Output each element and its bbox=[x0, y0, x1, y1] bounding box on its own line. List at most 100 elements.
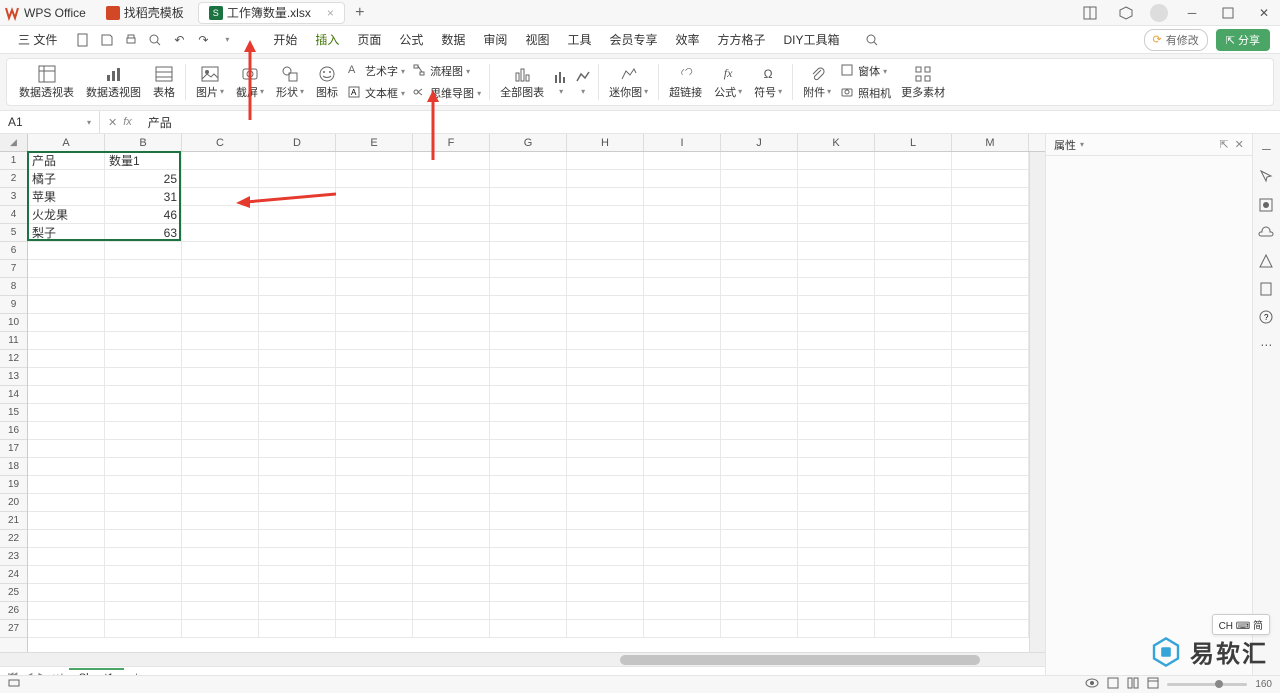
cell[interactable] bbox=[567, 404, 644, 422]
cell[interactable] bbox=[182, 584, 259, 602]
cell[interactable] bbox=[28, 242, 105, 260]
cell[interactable] bbox=[875, 530, 952, 548]
cell[interactable] bbox=[567, 350, 644, 368]
cell[interactable] bbox=[490, 242, 567, 260]
cell[interactable] bbox=[105, 242, 182, 260]
record-mode-icon[interactable] bbox=[8, 677, 20, 692]
tab-workbook[interactable]: S 工作簿数量.xlsx × bbox=[198, 2, 345, 24]
cell[interactable] bbox=[413, 224, 490, 242]
cell[interactable] bbox=[336, 476, 413, 494]
cell[interactable] bbox=[259, 530, 336, 548]
menu-页面[interactable]: 页面 bbox=[349, 27, 389, 52]
cell[interactable] bbox=[336, 566, 413, 584]
cell[interactable] bbox=[490, 476, 567, 494]
cell[interactable] bbox=[644, 440, 721, 458]
undo-icon[interactable]: ↶ bbox=[171, 32, 187, 48]
cell[interactable] bbox=[490, 332, 567, 350]
form-button[interactable]: 窗体▾ bbox=[841, 61, 891, 81]
cell[interactable]: 25 bbox=[105, 170, 182, 188]
cell[interactable] bbox=[798, 368, 875, 386]
cell[interactable] bbox=[490, 386, 567, 404]
zoom-value[interactable]: 160 bbox=[1255, 679, 1272, 690]
cell[interactable] bbox=[28, 620, 105, 638]
cell[interactable] bbox=[413, 458, 490, 476]
cell[interactable] bbox=[952, 350, 1029, 368]
cell[interactable] bbox=[336, 404, 413, 422]
cell[interactable] bbox=[952, 368, 1029, 386]
cell[interactable] bbox=[105, 566, 182, 584]
changes-status[interactable]: ⟳有修改 bbox=[1144, 29, 1208, 51]
cell[interactable] bbox=[182, 602, 259, 620]
cell[interactable] bbox=[721, 296, 798, 314]
cell[interactable] bbox=[875, 224, 952, 242]
menu-会员专享[interactable]: 会员专享 bbox=[601, 27, 665, 52]
zoom-slider[interactable] bbox=[1167, 683, 1247, 686]
cell[interactable] bbox=[336, 584, 413, 602]
cell[interactable] bbox=[413, 548, 490, 566]
cell[interactable] bbox=[259, 512, 336, 530]
textbox-button[interactable]: A文本框▾ bbox=[348, 83, 405, 103]
cell[interactable] bbox=[105, 386, 182, 404]
chart-type2-button[interactable]: ▾ bbox=[572, 60, 594, 104]
cell[interactable] bbox=[413, 620, 490, 638]
cell[interactable] bbox=[182, 350, 259, 368]
cell[interactable] bbox=[259, 548, 336, 566]
cell[interactable] bbox=[182, 152, 259, 170]
cell[interactable] bbox=[644, 620, 721, 638]
cell[interactable] bbox=[105, 422, 182, 440]
cell[interactable] bbox=[413, 332, 490, 350]
cell[interactable] bbox=[721, 548, 798, 566]
menu-方方格子[interactable]: 方方格子 bbox=[710, 27, 774, 52]
cell[interactable] bbox=[413, 350, 490, 368]
cell[interactable] bbox=[875, 350, 952, 368]
cell[interactable] bbox=[413, 188, 490, 206]
cell[interactable] bbox=[336, 170, 413, 188]
cell[interactable] bbox=[28, 260, 105, 278]
tab-template[interactable]: 找稻壳模板 bbox=[96, 2, 194, 24]
wordart-button[interactable]: A艺术字▾ bbox=[348, 61, 405, 81]
cell[interactable] bbox=[952, 206, 1029, 224]
row-header-9[interactable]: 9 bbox=[0, 296, 27, 314]
cell[interactable] bbox=[875, 386, 952, 404]
cell[interactable] bbox=[567, 296, 644, 314]
cell[interactable] bbox=[182, 566, 259, 584]
cell[interactable] bbox=[875, 602, 952, 620]
row-header-22[interactable]: 22 bbox=[0, 530, 27, 548]
cell[interactable] bbox=[567, 170, 644, 188]
cell[interactable] bbox=[336, 278, 413, 296]
cell[interactable] bbox=[413, 296, 490, 314]
view-layout-icon[interactable] bbox=[1127, 677, 1139, 692]
more-assets-button[interactable]: 更多素材 bbox=[895, 60, 951, 104]
cell[interactable] bbox=[259, 404, 336, 422]
cell[interactable] bbox=[567, 476, 644, 494]
cell[interactable] bbox=[875, 440, 952, 458]
col-header-E[interactable]: E bbox=[336, 134, 413, 151]
cell[interactable] bbox=[875, 278, 952, 296]
cell[interactable] bbox=[413, 386, 490, 404]
cell[interactable] bbox=[182, 440, 259, 458]
analysis-icon[interactable] bbox=[1257, 252, 1275, 270]
style-icon[interactable] bbox=[1257, 196, 1275, 214]
cell[interactable] bbox=[182, 620, 259, 638]
cell[interactable] bbox=[182, 278, 259, 296]
print-icon[interactable] bbox=[123, 32, 139, 48]
cell[interactable] bbox=[28, 548, 105, 566]
cell[interactable] bbox=[336, 530, 413, 548]
cell[interactable] bbox=[875, 584, 952, 602]
col-header-L[interactable]: L bbox=[875, 134, 952, 151]
cell[interactable] bbox=[105, 548, 182, 566]
row-header-26[interactable]: 26 bbox=[0, 602, 27, 620]
cell[interactable] bbox=[567, 242, 644, 260]
cell[interactable] bbox=[798, 530, 875, 548]
cell[interactable] bbox=[952, 314, 1029, 332]
maximize-icon[interactable] bbox=[1216, 1, 1240, 25]
cell[interactable] bbox=[105, 296, 182, 314]
cell[interactable] bbox=[952, 620, 1029, 638]
row-header-2[interactable]: 2 bbox=[0, 170, 27, 188]
cell[interactable] bbox=[644, 242, 721, 260]
search-icon[interactable] bbox=[864, 32, 880, 48]
row-header-12[interactable]: 12 bbox=[0, 350, 27, 368]
cell[interactable] bbox=[336, 458, 413, 476]
cell[interactable] bbox=[721, 620, 798, 638]
cell[interactable] bbox=[952, 476, 1029, 494]
